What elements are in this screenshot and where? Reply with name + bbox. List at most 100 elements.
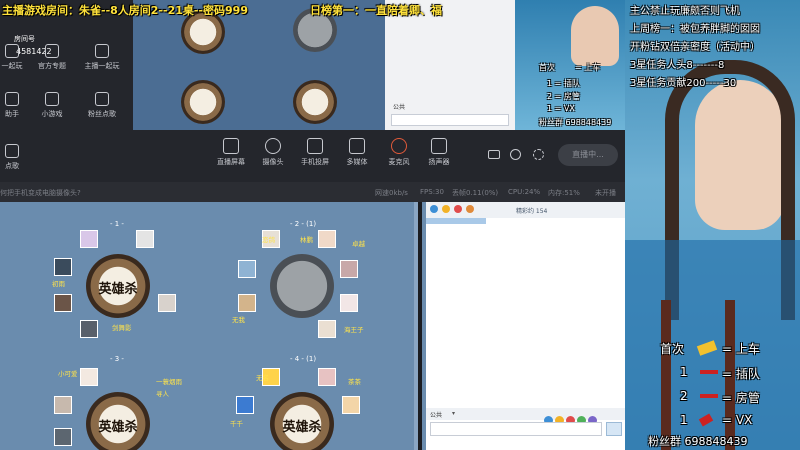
- reward-text: = VX: [722, 413, 753, 427]
- tool-mic[interactable]: 麦克风: [377, 138, 421, 167]
- mini-camera-preview: 首次 = 上车 1 = 插队 2 = 房管 1 = VX 粉丝群 6988484…: [515, 0, 625, 130]
- sidebar-item-request[interactable]: 点歌: [0, 144, 34, 171]
- reward-num: 1: [680, 413, 688, 427]
- smile-icon[interactable]: [442, 205, 450, 213]
- room-banner: 主播游戏房间：朱雀--8人房间2--21桌--密码999: [2, 4, 248, 17]
- screen: 房间号 4581422 一起玩 官方专题 主播一起玩 助手 小游戏 粉丝点歌 点…: [0, 0, 800, 450]
- status-open: 未开播: [595, 189, 616, 197]
- sidebar-item-minigame[interactable]: 小游戏: [30, 92, 74, 119]
- topics-icon: [45, 44, 59, 58]
- table-2-wheel[interactable]: [270, 254, 334, 318]
- live-status-button[interactable]: 直播中...: [558, 144, 618, 166]
- player-name: 恋鸽: [262, 236, 275, 244]
- player-avatar[interactable]: [340, 294, 358, 312]
- player-avatar[interactable]: [54, 428, 72, 446]
- player-avatar[interactable]: [238, 260, 256, 278]
- preview-chat-input[interactable]: [391, 114, 509, 126]
- player-avatar[interactable]: [54, 258, 72, 276]
- rule-text: 3星任务人头8-------8: [630, 60, 725, 71]
- tool-camera[interactable]: 摄像头: [251, 138, 295, 167]
- table-3-wheel[interactable]: 英雄杀: [86, 392, 150, 450]
- preview-wheel: [293, 80, 337, 124]
- rocket-icon: [700, 394, 718, 398]
- friend-icon[interactable]: [430, 205, 438, 213]
- player-avatar[interactable]: [318, 230, 336, 248]
- rule-text: 开粉钻双倍亲密度（活动中）: [630, 42, 760, 53]
- player-name: 剑舞影: [112, 324, 132, 332]
- status-speed: 网速0kb/s: [375, 189, 408, 197]
- player-name: 初雨: [52, 280, 65, 288]
- table-4-wheel[interactable]: 英雄杀: [270, 392, 334, 450]
- reward-num: 1: [680, 365, 688, 379]
- chat-input[interactable]: [430, 422, 602, 436]
- game-preview: [133, 0, 385, 130]
- face: [571, 6, 619, 66]
- player-avatar[interactable]: [54, 396, 72, 414]
- preview-channel: 公共: [393, 104, 406, 111]
- player-name: 海王子: [344, 326, 364, 334]
- player-avatar[interactable]: [236, 396, 254, 414]
- player-avatar[interactable]: [136, 230, 154, 248]
- tool-phone[interactable]: 手机投屏: [293, 138, 337, 167]
- tool-speaker[interactable]: 扬声器: [417, 138, 461, 167]
- sidebar-item-topics[interactable]: 官方专题: [30, 44, 74, 71]
- player-avatar[interactable]: [238, 294, 256, 312]
- table-label: - 3 -: [110, 355, 124, 363]
- send-button[interactable]: [606, 422, 622, 436]
- player-avatar[interactable]: [80, 320, 98, 338]
- phone-icon: [307, 138, 323, 154]
- chat-tab-indicator: [426, 218, 486, 224]
- sidebar-item-play[interactable]: 一起玩: [0, 44, 34, 71]
- player-avatar[interactable]: [318, 368, 336, 386]
- mini-title: 首次: [539, 63, 555, 72]
- mini-row: 1 = 插队: [547, 79, 580, 88]
- reward-text: = 房管: [722, 391, 760, 405]
- flag-icon[interactable]: [466, 205, 474, 213]
- rocket-icon: [700, 370, 718, 374]
- player-avatar[interactable]: [80, 368, 98, 386]
- status-tip[interactable]: 何把手机变成电脑摄像头?: [0, 188, 81, 198]
- eye-icon[interactable]: [510, 149, 521, 160]
- request-icon: [5, 144, 19, 158]
- table-label: - 1 -: [110, 220, 124, 228]
- preview-wheel: [181, 80, 225, 124]
- player-name: 卓越: [352, 240, 365, 248]
- helper-icon: [5, 92, 19, 106]
- mini-row: 1 = VX: [547, 104, 575, 113]
- reward-num: 2: [680, 389, 688, 403]
- player-avatar[interactable]: [340, 260, 358, 278]
- play-together-icon: [5, 44, 19, 58]
- table-label: - 2 - (1): [290, 220, 317, 228]
- tool-media[interactable]: 多媒体: [335, 138, 379, 167]
- sidebar-item-songs[interactable]: 粉丝点歌: [80, 92, 124, 119]
- panel-divider[interactable]: [414, 202, 418, 450]
- player-avatar[interactable]: [342, 396, 360, 414]
- player-avatar[interactable]: [158, 294, 176, 312]
- player-avatar[interactable]: [318, 320, 336, 338]
- rule-text: 上周榜一：被包养胖脚的囡囡: [630, 24, 760, 35]
- status-fps: FPS:30: [420, 188, 444, 196]
- status-cpu: CPU:24%: [508, 188, 541, 196]
- table-1-wheel[interactable]: 英雄杀: [86, 254, 150, 318]
- rewards-title: 首次: [660, 342, 685, 356]
- stream-toolbar: 直播屏幕 摄像头 手机投屏 多媒体 麦克风 扬声器 直播中...: [133, 130, 625, 182]
- player-name: 林鹏: [300, 236, 313, 244]
- tool-screen[interactable]: 直播屏幕: [209, 138, 253, 167]
- status-bar: 何把手机变成电脑摄像头? 网速0kb/s FPS:30 丢帧0.11(0%) C…: [0, 182, 625, 202]
- camera-icon: [265, 138, 281, 154]
- player-avatar[interactable]: [54, 294, 72, 312]
- chevron-down-icon[interactable]: ▾: [452, 410, 455, 417]
- gear-icon[interactable]: [533, 149, 544, 160]
- record-icon[interactable]: [488, 150, 500, 159]
- gift-icon[interactable]: [454, 205, 462, 213]
- sidebar-item-helper[interactable]: 助手: [0, 92, 34, 119]
- player-name: 千千: [230, 420, 243, 428]
- player-name: 小可爱: [58, 370, 78, 378]
- channel-select[interactable]: 公共: [430, 410, 442, 419]
- mini-extra: = 上车: [575, 63, 601, 72]
- player-avatar[interactable]: [80, 230, 98, 248]
- rule-text: 主公禁止玩廉颇否则飞机: [630, 6, 740, 17]
- game-chat-panel: 精彩约 154 公共 ▾: [422, 202, 625, 450]
- sidebar-item-anchor-play[interactable]: 主播一起玩: [80, 44, 124, 71]
- reward-text: = 插队: [722, 367, 760, 381]
